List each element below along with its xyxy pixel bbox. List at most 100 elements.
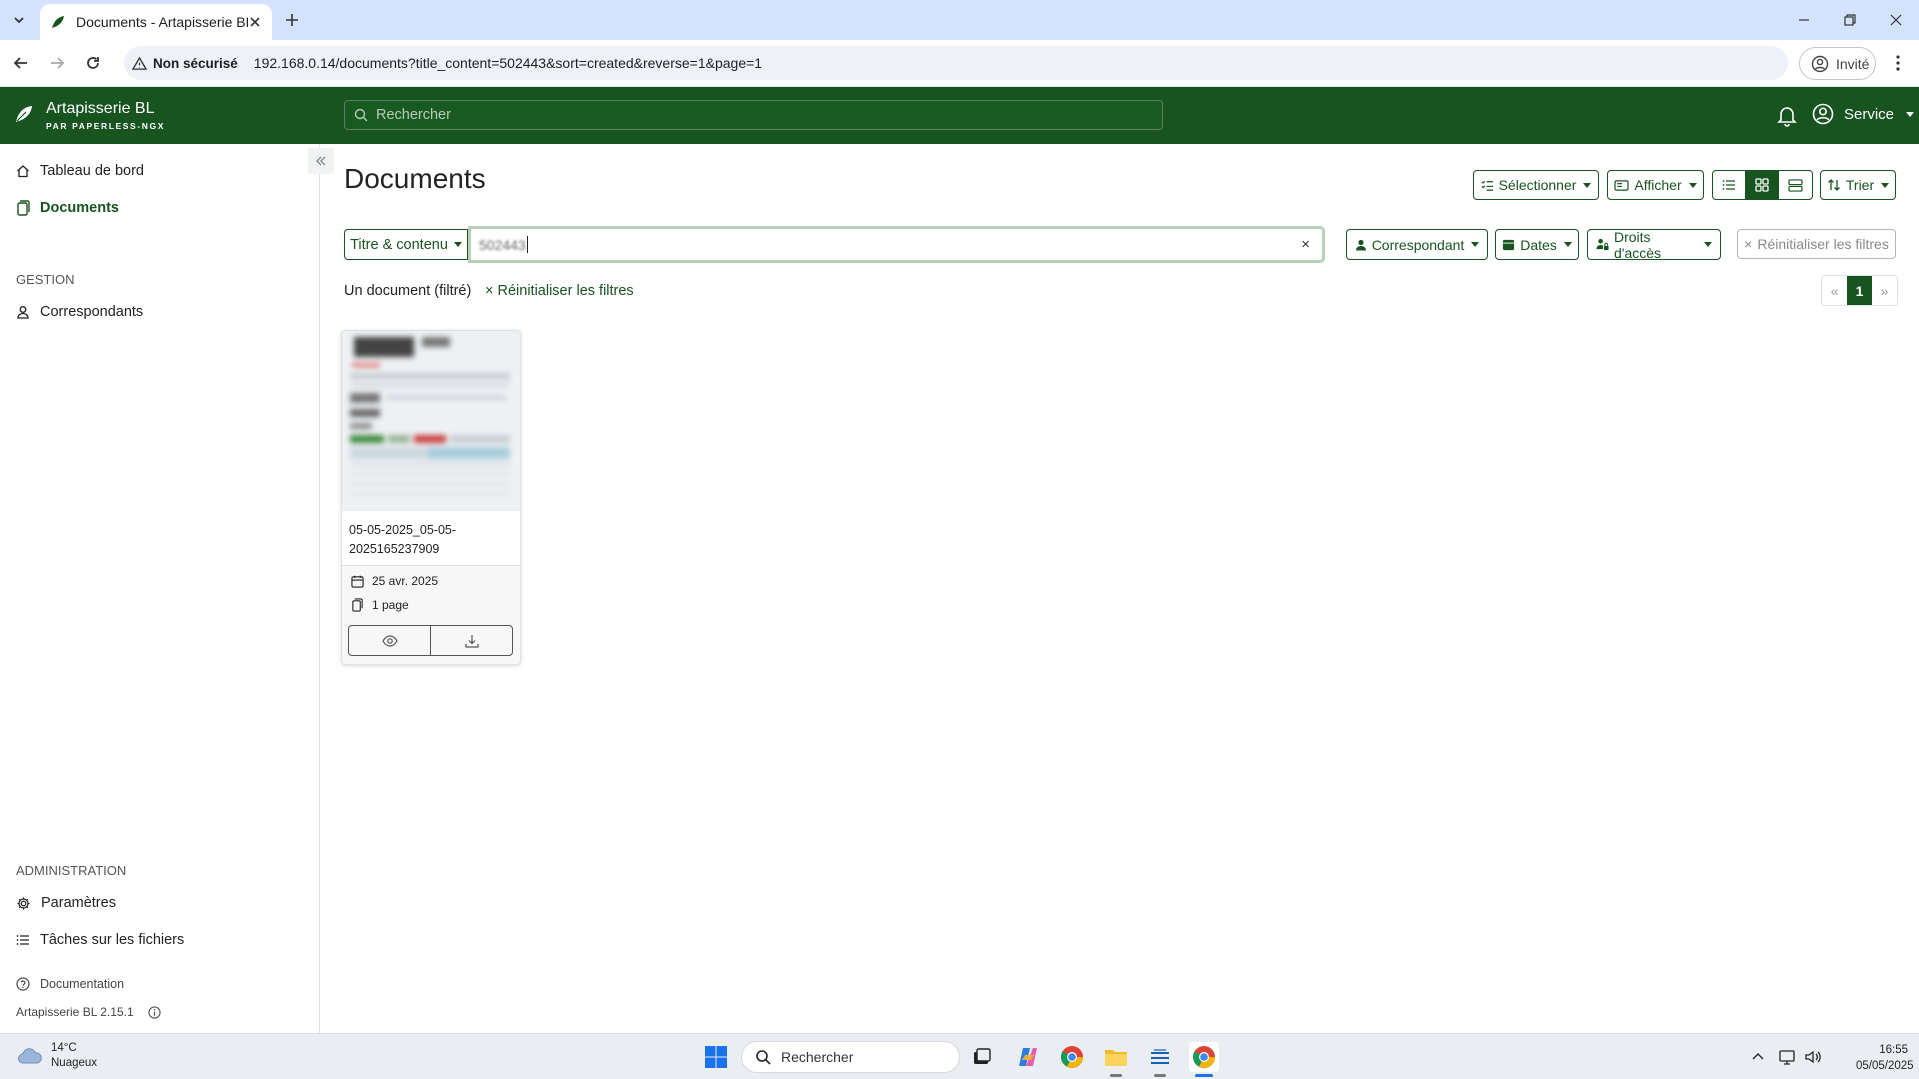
eye-icon	[381, 634, 398, 647]
tab-list-chevron-icon[interactable]	[8, 9, 30, 31]
sidebar-item-label: Paramètres	[41, 895, 116, 911]
remote-app-icon[interactable]	[1145, 1042, 1175, 1072]
new-tab-plus-icon[interactable]	[281, 9, 303, 31]
copilot-icon[interactable]	[1013, 1042, 1043, 1072]
question-circle-icon	[16, 977, 30, 991]
result-count: Un document (filtré)	[344, 283, 472, 299]
sidebar-item-file-tasks[interactable]: Tâches sur les fichiers	[16, 932, 184, 948]
file-explorer-icon[interactable]	[1101, 1042, 1131, 1072]
download-button[interactable]	[431, 626, 512, 655]
documentation-label: Documentation	[40, 977, 125, 991]
select-dropdown-button[interactable]: Sélectionner	[1473, 170, 1599, 200]
minimize-icon[interactable]	[1792, 8, 1816, 32]
preview-button[interactable]	[349, 626, 431, 655]
filter-field-label: Titre & contenu	[350, 236, 448, 253]
back-arrow-icon[interactable]	[11, 53, 31, 73]
cloud-icon	[17, 1046, 43, 1066]
chevrons-left-icon	[315, 155, 327, 167]
permissions-filter-button[interactable]: Droits d'accès	[1587, 229, 1721, 261]
view-large-cards-button[interactable]	[1779, 171, 1812, 199]
forward-arrow-icon[interactable]	[47, 53, 67, 73]
show-label: Afficher	[1634, 177, 1682, 193]
reload-icon[interactable]	[83, 53, 103, 73]
document-card[interactable]: 05-05-2025_05-05-2025165237909 25 avr. 2…	[341, 330, 521, 665]
gear-icon	[16, 896, 31, 911]
sidebar-item-label: Tâches sur les fichiers	[40, 932, 185, 948]
pagination-next[interactable]: »	[1872, 276, 1897, 305]
file-icon	[16, 200, 30, 216]
document-date: 25 avr. 2025	[351, 574, 438, 588]
user-name: Service	[1844, 105, 1895, 123]
document-title[interactable]: 05-05-2025_05-05-2025165237909	[349, 521, 514, 559]
security-chip[interactable]: Non sécurisé	[132, 56, 238, 71]
search-icon	[354, 108, 368, 122]
x-icon: ×	[485, 283, 498, 299]
brand[interactable]: Artapisserie BL PAR PAPERLESS-NGX	[14, 100, 165, 131]
view-table-button[interactable]	[1713, 171, 1746, 199]
browser-menu-icon[interactable]	[1888, 53, 1908, 73]
correspondent-label: Correspondant	[1371, 236, 1465, 253]
taskbar-search-input[interactable]: Rechercher	[741, 1041, 960, 1073]
task-view-icon[interactable]	[967, 1042, 997, 1072]
sidebar-item-label: Correspondants	[40, 304, 144, 320]
active-indicator	[1195, 1074, 1213, 1077]
list-icon	[16, 933, 30, 947]
windows-start-icon[interactable]	[701, 1042, 731, 1072]
close-tab-icon[interactable]	[248, 15, 262, 29]
sidebar-item-settings[interactable]: Paramètres	[16, 895, 116, 911]
sort-label: Trier	[1845, 177, 1875, 193]
sort-dropdown-button[interactable]: Trier	[1820, 170, 1896, 200]
reset-filters-button[interactable]: × Réinitialiser les filtres	[1737, 229, 1896, 259]
pagination-page-current[interactable]: 1	[1847, 276, 1872, 305]
caret-down-icon	[1563, 242, 1572, 247]
profile-button[interactable]: Invité	[1799, 47, 1876, 80]
close-window-icon[interactable]	[1884, 8, 1908, 32]
sidebar-item-documentation[interactable]: Documentation	[16, 977, 124, 991]
dates-filter-button[interactable]: Dates	[1495, 229, 1579, 260]
caret-down-icon	[1906, 111, 1915, 117]
reset-filters-link[interactable]: × Réinitialiser les filtres	[485, 283, 634, 299]
calendar-fill-icon	[1502, 238, 1515, 251]
title-content-search-input[interactable]: 502443 ×	[468, 226, 1325, 263]
sidebar-item-correspondents[interactable]: Correspondants	[16, 304, 143, 320]
browser-tab[interactable]: Documents - Artapisserie BL	[40, 4, 272, 40]
security-label: Non sécurisé	[153, 55, 238, 71]
profile-label: Invité	[1836, 55, 1870, 72]
search-query-value: 502443	[479, 236, 526, 253]
user-circle-icon	[1812, 103, 1834, 125]
chrome-icon[interactable]	[1057, 1042, 1087, 1072]
view-mode-toggle	[1712, 170, 1813, 200]
bell-icon[interactable]	[1777, 105, 1797, 127]
restore-icon[interactable]	[1838, 8, 1862, 32]
x-icon: ×	[1744, 236, 1753, 252]
info-icon[interactable]	[147, 1005, 161, 1019]
pagination-prev[interactable]: «	[1822, 276, 1847, 305]
chevron-up-icon[interactable]	[1743, 1042, 1773, 1072]
collapse-sidebar-button[interactable]	[308, 148, 334, 174]
file-icon	[351, 598, 364, 612]
view-small-cards-button[interactable]	[1746, 171, 1779, 199]
calendar-icon	[351, 575, 364, 588]
filter-field-dropdown[interactable]: Titre & contenu	[344, 229, 468, 260]
clear-x-icon[interactable]: ×	[1301, 236, 1310, 253]
running-indicator	[1154, 1074, 1166, 1077]
sidebar-item-label: Documents	[40, 200, 119, 216]
show-dropdown-button[interactable]: Afficher	[1607, 170, 1704, 200]
document-thumbnail[interactable]	[342, 331, 520, 511]
sidebar-item-dashboard[interactable]: Tableau de bord	[16, 163, 144, 179]
volume-icon[interactable]	[1800, 1042, 1826, 1072]
correspondent-filter-button[interactable]: Correspondant	[1346, 229, 1488, 260]
clock-time: 16:55	[1879, 1044, 1908, 1056]
user-menu[interactable]: Service	[1812, 103, 1915, 125]
sidebar-item-documents[interactable]: Documents	[16, 200, 119, 216]
sidebar-heading-administration: ADMINISTRATION	[16, 863, 127, 878]
weather-widget[interactable]: 14°C Nuageux	[17, 1041, 97, 1071]
address-bar[interactable]: Non sécurisé 192.168.0.14/documents?titl…	[124, 46, 1788, 80]
url-text[interactable]: 192.168.0.14/documents?title_content=502…	[254, 55, 762, 71]
weather-condition: Nuageux	[51, 1057, 98, 1069]
address-row: Non sécurisé 192.168.0.14/documents?titl…	[0, 40, 1919, 87]
chrome-active-icon[interactable]	[1189, 1042, 1219, 1072]
global-search-input[interactable]: Rechercher	[344, 100, 1163, 130]
system-clock[interactable]: 16:55 05/05/2025	[1856, 1042, 1914, 1074]
network-icon[interactable]	[1775, 1042, 1801, 1072]
